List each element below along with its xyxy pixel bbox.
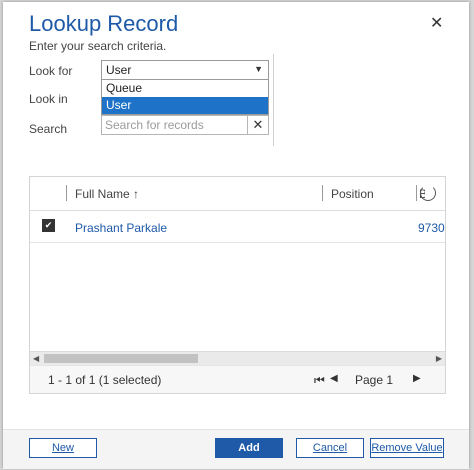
dropdown-option-queue[interactable]: Queue: [102, 80, 268, 97]
grid-header: Full Name ↑ Position B: [30, 177, 445, 211]
record-count: 1 - 1 of 1 (1 selected): [48, 373, 162, 387]
divider: [273, 54, 274, 146]
header-separator: [416, 185, 417, 201]
row-full-name-link[interactable]: Prashant Parkale: [75, 221, 167, 235]
table-row[interactable]: ✔ Prashant Parkale 97306: [30, 211, 445, 243]
look-for-select[interactable]: User ▼: [101, 60, 269, 80]
dialog-subtitle: Enter your search criteria.: [29, 39, 167, 53]
dropdown-option-user[interactable]: User: [102, 97, 268, 114]
add-button[interactable]: Add: [215, 438, 283, 458]
scrollbar-thumb[interactable]: [44, 354, 198, 363]
scroll-right-icon[interactable]: ▶: [436, 352, 442, 365]
row-checkbox[interactable]: ✔: [42, 219, 55, 232]
clear-search-icon[interactable]: ✕: [247, 116, 268, 134]
dialog-title: Lookup Record: [29, 11, 179, 36]
dialog-footer: New Add Cancel Remove Value: [3, 429, 469, 469]
next-page-icon[interactable]: ▶: [413, 373, 421, 384]
horizontal-scrollbar[interactable]: ◀ ▶: [30, 351, 445, 365]
close-icon[interactable]: ✕: [430, 16, 443, 32]
page-number: Page 1: [355, 373, 394, 387]
dropdown-arrow-icon: ▼: [254, 64, 263, 74]
cancel-button[interactable]: Cancel: [296, 438, 364, 458]
remove-value-button[interactable]: Remove Value: [370, 438, 444, 458]
row-phone[interactable]: 97306: [418, 221, 445, 235]
column-header-position[interactable]: Position: [331, 187, 374, 201]
search-box: ✕: [101, 115, 269, 135]
refresh-icon[interactable]: [420, 185, 436, 201]
header-separator: [66, 185, 67, 201]
search-input[interactable]: [105, 117, 243, 133]
new-button[interactable]: New: [29, 438, 97, 458]
look-for-dropdown: Queue User: [101, 79, 269, 115]
previous-page-icon[interactable]: ◀: [330, 373, 338, 384]
results-grid: Full Name ↑ Position B ✔ Prashant Parkal…: [29, 176, 446, 394]
scroll-left-icon[interactable]: ◀: [33, 352, 39, 365]
header-separator: [322, 185, 323, 201]
search-label: Search: [29, 122, 68, 136]
lookup-record-dialog: Lookup Record Enter your search criteria…: [3, 2, 469, 469]
look-for-value: User: [106, 63, 132, 77]
first-page-icon[interactable]: ⏮: [314, 373, 325, 388]
look-for-label: Look for: [29, 64, 73, 78]
column-header-full-name[interactable]: Full Name ↑: [75, 187, 139, 201]
grid-footer: 1 - 1 of 1 (1 selected) ⏮ ◀ Page 1 ▶: [30, 365, 445, 393]
look-in-label: Look in: [29, 92, 68, 106]
